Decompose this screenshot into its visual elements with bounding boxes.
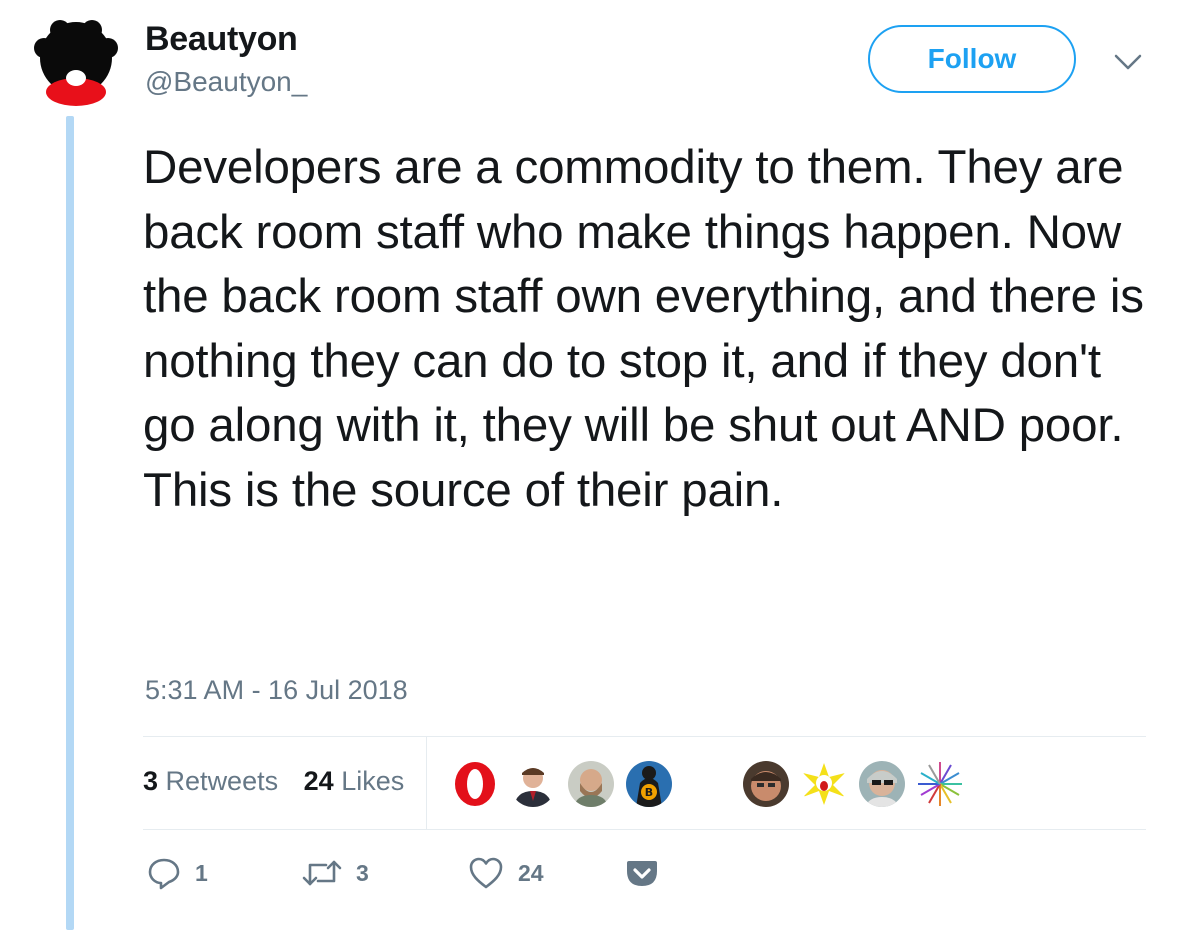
tweet-stats: 3 Retweets 24 Likes xyxy=(143,766,422,797)
liker-avatar[interactable] xyxy=(452,761,498,807)
like-action[interactable]: 24 xyxy=(468,856,544,890)
likes-count: 24 xyxy=(303,766,334,796)
like-count: 24 xyxy=(518,859,544,886)
chevron-down-icon[interactable] xyxy=(1112,50,1144,74)
divider-top xyxy=(143,736,1146,737)
tweet-timestamp[interactable]: 5:31 AM - 16 Jul 2018 xyxy=(145,675,408,706)
save-action[interactable] xyxy=(624,856,660,890)
author-handle[interactable]: @Beautyon_ xyxy=(145,66,307,98)
liker-avatar[interactable] xyxy=(859,761,905,807)
reply-count: 1 xyxy=(195,859,208,886)
svg-text:B: B xyxy=(645,786,653,799)
divider-bottom xyxy=(143,829,1146,830)
liker-avatar[interactable] xyxy=(568,761,614,807)
author-display-name[interactable]: Beautyon xyxy=(145,20,298,59)
author-avatar[interactable] xyxy=(30,18,122,110)
retweets-label: Retweets xyxy=(165,766,279,796)
liker-avatar[interactable] xyxy=(801,761,847,807)
reply-action[interactable]: 1 xyxy=(147,856,208,890)
retweet-count: 3 xyxy=(356,859,369,886)
retweets-stat[interactable]: 3 Retweets xyxy=(143,766,278,796)
follow-button[interactable]: Follow xyxy=(868,25,1076,93)
tweet-text: Developers are a commodity to them. They… xyxy=(143,141,1144,517)
heart-icon xyxy=(469,857,503,889)
reply-icon xyxy=(148,858,180,890)
thread-line xyxy=(66,116,74,930)
likes-label: Likes xyxy=(341,766,405,796)
liker-avatar[interactable] xyxy=(743,761,789,807)
retweets-count: 3 xyxy=(143,766,159,796)
liker-avatar[interactable]: B xyxy=(626,761,672,807)
retweet-action[interactable]: 3 xyxy=(302,856,369,890)
divider-vertical xyxy=(426,737,427,829)
likes-stat[interactable]: 24 Likes xyxy=(304,766,405,796)
liker-avatar[interactable] xyxy=(917,761,963,807)
retweet-icon xyxy=(302,860,342,886)
liker-avatar[interactable] xyxy=(510,761,556,807)
pocket-icon xyxy=(627,861,657,886)
